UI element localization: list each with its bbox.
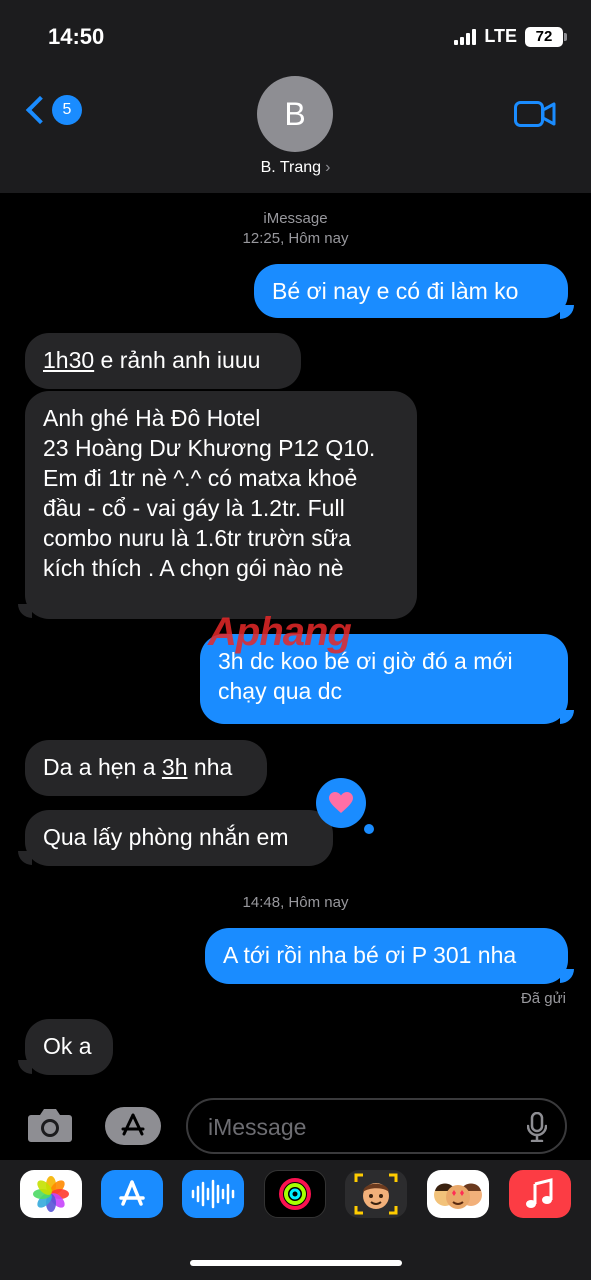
apps-button[interactable] (105, 1107, 161, 1145)
music-note-icon (526, 1178, 553, 1208)
microphone-icon[interactable] (527, 1112, 547, 1142)
activity-rings-icon (279, 1178, 311, 1210)
camera-icon[interactable] (27, 1107, 73, 1143)
timestamp: 12:25, Hôm nay (242, 230, 349, 247)
incoming-message[interactable]: Ok a (25, 1019, 113, 1075)
incoming-message[interactable]: Anh ghé Hà Đô Hotel 23 Hoàng Dư Khương P… (25, 391, 417, 619)
message-line: Em đi 1tr nè ^.^ có matxa khoẻ (43, 465, 358, 491)
incoming-message[interactable]: 1h30 e rảnh anh iuuu (25, 333, 301, 389)
memoji-stickers-icon (434, 1183, 482, 1209)
service-label: iMessage (263, 210, 328, 227)
message-text: nha (187, 754, 233, 780)
battery-icon: 72 (525, 26, 567, 47)
app-store-button[interactable] (101, 1170, 163, 1218)
waveform-icon (191, 1179, 235, 1209)
bubble-tail (18, 604, 32, 618)
bubble-tail (560, 969, 574, 983)
message-line: đầu - cổ - vai gáy là 1.2tr. Full (43, 495, 345, 521)
message-line: kích thích . A chọn gói nào nè (43, 555, 344, 581)
reaction-badge[interactable] (316, 778, 366, 828)
video-camera-icon[interactable] (514, 101, 556, 127)
watermark: Aphang (208, 610, 352, 655)
fitness-app-button[interactable] (264, 1170, 326, 1218)
chevron-left-icon (25, 95, 55, 125)
messages-screen: 14:50 LTE 72 5 B B. Trang › iMessage 12:2… (0, 0, 591, 1280)
stickers-app-button[interactable] (427, 1170, 489, 1218)
bubble-tail (560, 710, 574, 724)
message-input[interactable] (208, 1112, 508, 1142)
heart-icon (329, 792, 353, 813)
home-indicator[interactable] (190, 1260, 402, 1266)
chevron-right-icon: › (325, 159, 331, 176)
status-indicators: LTE 72 (454, 26, 567, 47)
message-line: combo nuru là 1.6tr trườn sữa (43, 525, 351, 551)
photos-icon (33, 1176, 69, 1212)
app-store-icon (121, 1113, 145, 1136)
outgoing-message[interactable]: Bé ơi nay e có đi làm ko (254, 264, 568, 318)
audio-message-button[interactable] (182, 1170, 244, 1218)
message-line: chạy qua dc (218, 678, 343, 704)
delivery-status: Đã gửi (520, 990, 566, 1007)
message-input-container (186, 1098, 567, 1154)
music-app-button[interactable] (509, 1170, 571, 1218)
message-text: e rảnh anh iuuu (94, 347, 261, 373)
status-time: 14:50 (48, 24, 105, 49)
memoji-app-button[interactable] (345, 1170, 407, 1218)
back-button[interactable]: 5 (22, 95, 82, 125)
timestamp: 14:48, Hôm nay (242, 894, 349, 911)
bubble-tail (18, 851, 32, 865)
watermark-text: Aphang (208, 610, 352, 654)
network-type: LTE (484, 26, 517, 46)
avatar[interactable]: B (257, 76, 333, 152)
incoming-message[interactable]: Qua lấy phòng nhắn em (25, 810, 333, 866)
bubble-tail (560, 305, 574, 319)
contact-name-button[interactable]: B. Trang › (0, 159, 591, 177)
signal-icon (454, 28, 477, 45)
unread-count-badge: 5 (52, 95, 82, 125)
message-text: Da a hẹn a (43, 754, 162, 780)
message-line: 23 Hoàng Dư Khương P12 Q10. (43, 435, 376, 461)
outgoing-message[interactable]: A tới rồi nha bé ơi P 301 nha (205, 928, 568, 984)
reaction-tail (364, 824, 374, 834)
photos-app-button[interactable] (20, 1170, 82, 1218)
contact-name: B. Trang (260, 159, 322, 176)
app-store-icon (119, 1180, 145, 1206)
conversation-header: 14:50 LTE 72 5 B B. Trang › (0, 0, 591, 193)
bubble-tail (18, 1060, 32, 1074)
incoming-message[interactable]: Da a hẹn a 3h nha (25, 740, 267, 796)
time-link[interactable]: 1h30 (43, 347, 94, 373)
message-line: Anh ghé Hà Đô Hotel (43, 405, 261, 431)
memoji-icon (354, 1173, 398, 1215)
time-link[interactable]: 3h (162, 754, 188, 780)
